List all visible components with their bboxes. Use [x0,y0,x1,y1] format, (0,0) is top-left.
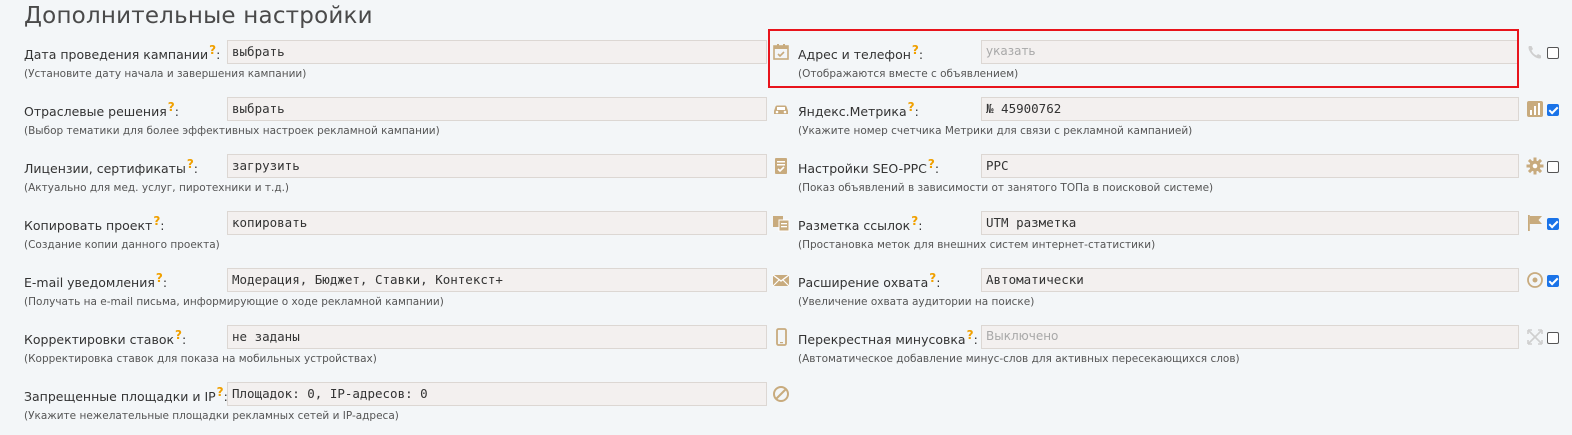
setting-hint: (Укажите номер счетчика Метрики для связ… [798,125,1193,137]
left-setting-row: Запрещенные площадки и IP?: (Укажите неже… [0,382,1572,432]
label-colon: : [936,275,941,290]
flag-icon[interactable] [1526,214,1544,232]
enable-checkbox[interactable] [1547,161,1559,173]
setting-value-field[interactable]: UTM разметка [981,211,1519,235]
help-question-icon[interactable]: ? [908,100,915,114]
cross-arrows-icon[interactable] [1526,328,1544,346]
setting-label-text: Перекрестная минусовка [798,332,966,347]
gear-icon[interactable] [1526,157,1544,175]
target-icon[interactable] [1526,271,1544,289]
enable-checkbox[interactable] [1547,275,1559,287]
help-question-icon[interactable]: ? [928,157,935,171]
setting-hint: (Показ объявлений в зависимости от занят… [798,182,1214,194]
setting-hint: (Отображаются вместе с объявлением) [798,68,1019,80]
label-colon: : [918,47,924,62]
label-colon: : [918,218,923,233]
setting-label: Запрещенные площадки и IP?: [24,385,228,404]
label-colon: : [973,332,978,347]
setting-value-field[interactable]: № 45900762 [981,97,1519,121]
setting-label: Настройки SEO-PPC?: [798,157,940,176]
help-question-icon[interactable]: ? [912,43,919,57]
phone-icon[interactable] [1526,43,1544,61]
setting-label: Адрес и телефон?: [798,43,924,62]
right-setting-row: Адрес и телефон?: (Отображаются вместе с … [0,40,1572,90]
help-question-icon[interactable]: ? [929,271,936,285]
setting-label-text: Настройки SEO-PPC [798,161,927,176]
setting-label-text: Яндекс.Метрика [798,104,907,119]
setting-label-text: Разметка ссылок [798,218,911,233]
right-setting-row: Разметка ссылок?: (Простановка меток для … [0,211,1572,261]
setting-hint: (Простановка меток для внешних систем ин… [798,239,1156,251]
right-setting-row: Расширение охвата?: (Увеличение охвата ау… [0,268,1572,318]
setting-label-text: Расширение охвата [798,275,929,290]
setting-label: Перекрестная минусовка?: [798,328,978,347]
enable-checkbox[interactable] [1547,104,1559,116]
label-colon: : [914,104,919,119]
right-setting-row: Настройки SEO-PPC?: (Показ объявлений в з… [0,154,1572,204]
label-colon: : [934,161,940,176]
right-setting-row: Перекрестная минусовка?: (Автоматическое … [0,325,1572,375]
setting-value-field[interactable]: указать [981,40,1519,64]
setting-hint: (Автоматическое добавление минус-слов дл… [798,353,1240,365]
enable-checkbox[interactable] [1547,332,1559,344]
help-question-icon[interactable]: ? [911,214,918,228]
help-question-icon[interactable]: ? [967,328,974,342]
setting-label: Расширение охвата?: [798,271,941,290]
setting-label: Разметка ссылок?: [798,214,923,233]
page-title: Дополнительные настройки [24,3,373,29]
setting-label: Яндекс.Метрика?: [798,100,919,119]
right-setting-row: Яндекс.Метрика?: (Укажите номер счетчика … [0,97,1572,147]
help-question-icon[interactable]: ? [217,385,224,399]
setting-label-text: Адрес и телефон [798,47,911,62]
setting-value-field[interactable]: PPC [981,154,1519,178]
setting-hint: (Увеличение охвата аудитории на поиске) [798,296,1035,308]
chart-icon[interactable] [1526,100,1544,118]
setting-hint: (Укажите нежелательные площадки рекламны… [24,410,399,422]
setting-value-field[interactable]: Автоматически [981,268,1519,292]
setting-value-field[interactable]: Площадок: 0, IP-адресов: 0 [227,382,767,406]
setting-label-text: Запрещенные площадки и IP [24,389,216,404]
enable-checkbox[interactable] [1547,47,1559,59]
block-icon[interactable] [772,385,790,403]
enable-checkbox[interactable] [1547,218,1559,230]
setting-value-field[interactable]: Выключено [981,325,1519,349]
